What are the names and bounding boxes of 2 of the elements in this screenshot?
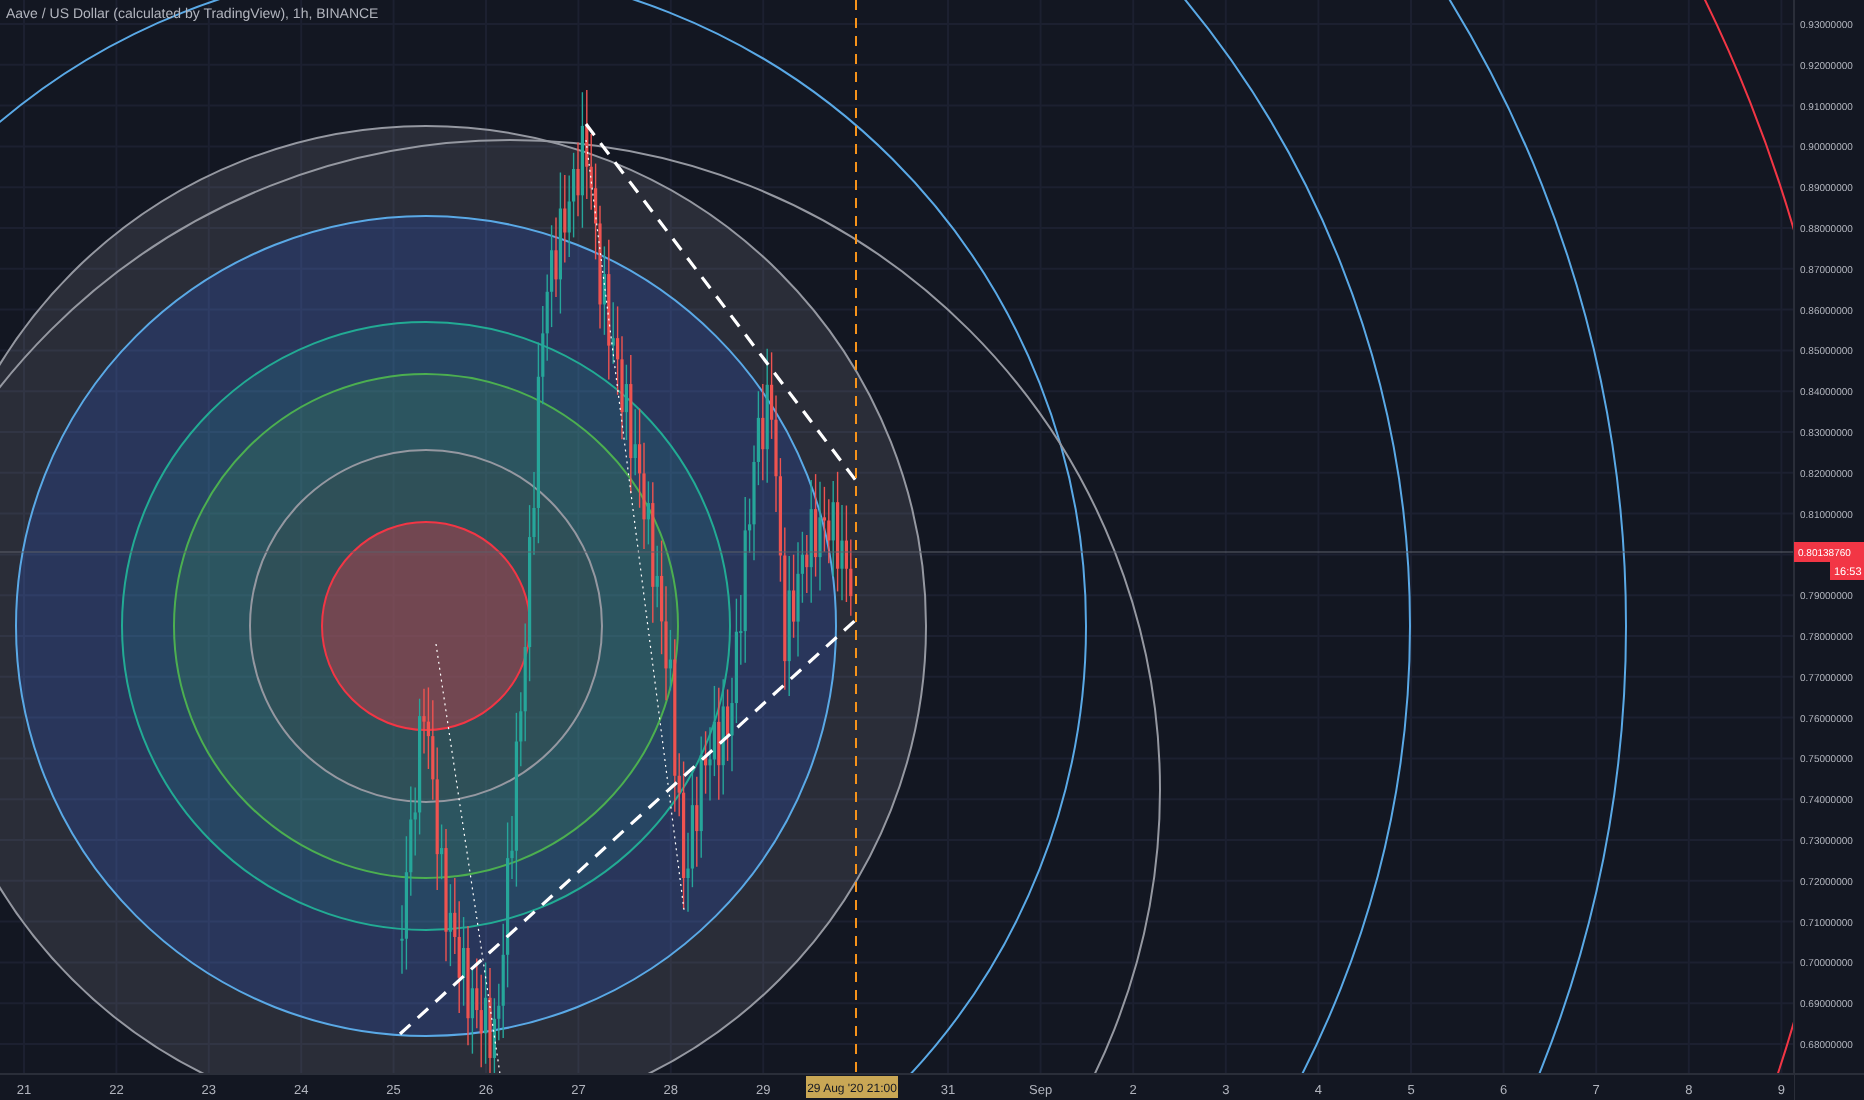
fibonacci-circles-drawing[interactable] bbox=[0, 0, 1794, 1074]
vertical-marker-line[interactable] bbox=[855, 0, 857, 1075]
